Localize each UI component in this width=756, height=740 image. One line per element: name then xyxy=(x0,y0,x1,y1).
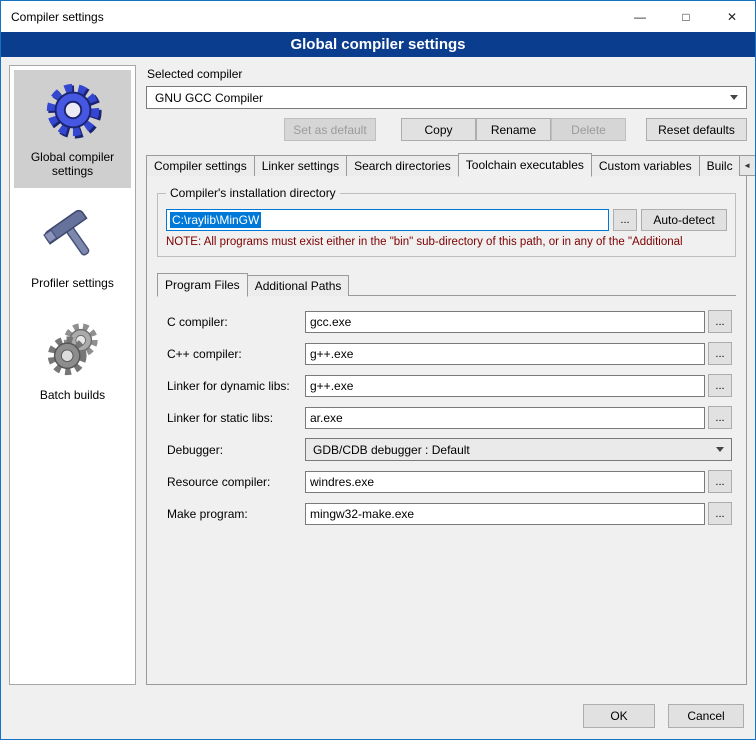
dynamic-linker-input[interactable] xyxy=(305,375,705,397)
sidebar-item-global-compiler-settings[interactable]: Global compiler settings xyxy=(14,70,131,188)
field-row-cpp-compiler: C++ compiler: ... xyxy=(167,342,732,365)
installation-directory-row: C:\raylib\MinGW ... Auto-detect xyxy=(166,209,727,231)
tab-program-files[interactable]: Program Files xyxy=(157,273,248,297)
cpp-compiler-input[interactable] xyxy=(305,343,705,365)
installation-directory-legend: Compiler's installation directory xyxy=(166,186,340,200)
chevron-down-icon xyxy=(730,95,738,100)
program-files-fields: C compiler: ... C++ compiler: ... Linker… xyxy=(157,295,736,674)
resource-compiler-label: Resource compiler: xyxy=(167,475,305,489)
tab-search-directories[interactable]: Search directories xyxy=(346,155,459,176)
dynamic-linker-label: Linker for dynamic libs: xyxy=(167,379,305,393)
tab-scroll-arrows: ◄ ► xyxy=(740,155,756,176)
delete-button[interactable]: Delete xyxy=(551,118,626,141)
static-linker-label: Linker for static libs: xyxy=(167,411,305,425)
c-compiler-input[interactable] xyxy=(305,311,705,333)
settings-tab-strip: Compiler settings Linker settings Search… xyxy=(146,153,747,176)
install-dir-input[interactable]: C:\raylib\MinGW xyxy=(166,209,609,231)
maximize-icon[interactable]: □ xyxy=(663,1,709,32)
install-dir-selected-text: C:\raylib\MinGW xyxy=(170,212,261,228)
field-row-debugger: Debugger: GDB/CDB debugger : Default xyxy=(167,438,732,461)
cpp-compiler-label: C++ compiler: xyxy=(167,347,305,361)
field-row-dynamic-linker: Linker for dynamic libs: ... xyxy=(167,374,732,397)
sidebar-item-label: Batch builds xyxy=(40,388,105,402)
tab-linker-settings[interactable]: Linker settings xyxy=(254,155,347,176)
compiler-settings-window: Compiler settings — □ ✕ Global compiler … xyxy=(0,0,756,740)
batch-gears-icon xyxy=(42,317,104,379)
cpp-compiler-browse-button[interactable]: ... xyxy=(708,342,732,365)
compiler-actions-row: Set as default Copy Rename Delete Reset … xyxy=(146,118,747,141)
close-icon[interactable]: ✕ xyxy=(709,1,755,32)
dialog-footer: OK Cancel xyxy=(1,693,755,739)
auto-detect-button[interactable]: Auto-detect xyxy=(641,209,727,231)
field-row-static-linker: Linker for static libs: ... xyxy=(167,406,732,429)
sidebar-item-batch-builds[interactable]: Batch builds xyxy=(14,308,131,412)
sidebar-item-label: Global compiler settings xyxy=(16,150,129,178)
make-program-label: Make program: xyxy=(167,507,305,521)
tab-scroll-left-icon[interactable]: ◄ xyxy=(739,155,756,176)
field-row-resource-compiler: Resource compiler: ... xyxy=(167,470,732,493)
window-title: Compiler settings xyxy=(1,10,104,24)
sidebar-item-label: Profiler settings xyxy=(31,276,114,290)
main-panel: Selected compiler GNU GCC Compiler Set a… xyxy=(146,65,747,685)
resource-compiler-input[interactable] xyxy=(305,471,705,493)
c-compiler-browse-button[interactable]: ... xyxy=(708,310,732,333)
sidebar-item-profiler-settings[interactable]: Profiler settings xyxy=(14,196,131,300)
resource-compiler-browse-button[interactable]: ... xyxy=(708,470,732,493)
debugger-label: Debugger: xyxy=(167,443,305,457)
selected-compiler-label: Selected compiler xyxy=(147,67,747,81)
field-row-make-program: Make program: ... xyxy=(167,502,732,525)
installation-directory-groupbox: Compiler's installation directory C:\ray… xyxy=(157,193,736,257)
program-files-tab-strip: Program Files Additional Paths xyxy=(157,273,736,296)
note-text: NOTE: All programs must exist either in … xyxy=(166,236,727,248)
selected-compiler-value: GNU GCC Compiler xyxy=(155,91,263,105)
title-bar: Compiler settings — □ ✕ xyxy=(1,1,755,32)
dialog-body: Global compiler settings Profiler settin… xyxy=(1,57,755,693)
ok-button[interactable]: OK xyxy=(583,704,655,728)
gear-icon xyxy=(42,79,104,141)
set-as-default-button[interactable]: Set as default xyxy=(284,118,376,141)
make-program-browse-button[interactable]: ... xyxy=(708,502,732,525)
debugger-selected-value: GDB/CDB debugger : Default xyxy=(313,443,470,457)
rename-button[interactable]: Rename xyxy=(476,118,551,141)
static-linker-browse-button[interactable]: ... xyxy=(708,406,732,429)
make-program-input[interactable] xyxy=(305,503,705,525)
install-dir-browse-button[interactable]: ... xyxy=(613,209,637,231)
selected-compiler-dropdown[interactable]: GNU GCC Compiler xyxy=(146,86,747,109)
tab-additional-paths[interactable]: Additional Paths xyxy=(247,275,350,296)
static-linker-input[interactable] xyxy=(305,407,705,429)
reset-defaults-button[interactable]: Reset defaults xyxy=(646,118,747,141)
dialog-banner: Global compiler settings xyxy=(1,32,755,57)
hammer-icon xyxy=(42,205,104,267)
dynamic-linker-browse-button[interactable]: ... xyxy=(708,374,732,397)
tab-custom-variables[interactable]: Custom variables xyxy=(591,155,700,176)
window-controls: — □ ✕ xyxy=(617,1,755,32)
copy-button[interactable]: Copy xyxy=(401,118,476,141)
settings-category-sidebar: Global compiler settings Profiler settin… xyxy=(9,65,136,685)
tab-build-options-truncated[interactable]: Builc xyxy=(699,155,741,176)
cancel-button[interactable]: Cancel xyxy=(668,704,744,728)
debugger-select[interactable]: GDB/CDB debugger : Default xyxy=(305,438,732,461)
minimize-icon[interactable]: — xyxy=(617,1,663,32)
toolchain-executables-panel: Compiler's installation directory C:\ray… xyxy=(146,175,747,685)
c-compiler-label: C compiler: xyxy=(167,315,305,329)
chevron-down-icon xyxy=(716,447,724,452)
tab-toolchain-executables[interactable]: Toolchain executables xyxy=(458,153,592,177)
tab-compiler-settings[interactable]: Compiler settings xyxy=(146,155,255,176)
field-row-c-compiler: C compiler: ... xyxy=(167,310,732,333)
